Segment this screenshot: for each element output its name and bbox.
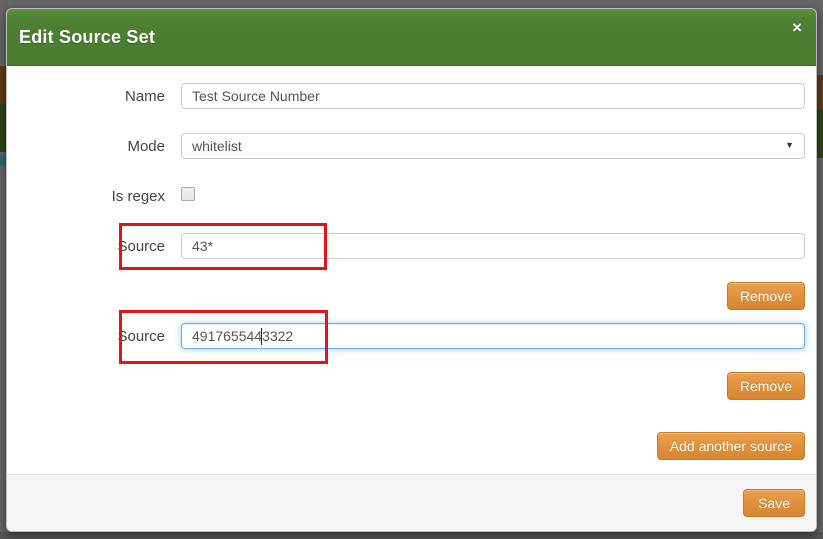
modal-footer: Save bbox=[7, 474, 816, 531]
modal-body: Name Mode whitelist ▼ Is regex Source bbox=[7, 66, 816, 474]
add-source-row: Add another source bbox=[7, 432, 805, 460]
backdrop-bottom-strip bbox=[0, 532, 823, 539]
is-regex-label: Is regex bbox=[7, 188, 181, 205]
backdrop-band-green-right bbox=[816, 110, 823, 158]
source-1-label: Source bbox=[7, 238, 181, 255]
remove-source-1-button[interactable]: Remove bbox=[727, 282, 805, 310]
add-another-source-button[interactable]: Add another source bbox=[657, 432, 805, 460]
mode-row: Mode whitelist ▼ bbox=[7, 133, 805, 159]
source-row-1: Source bbox=[7, 233, 805, 259]
close-icon[interactable]: × bbox=[792, 19, 802, 36]
source-1-actions: Remove bbox=[7, 282, 805, 310]
edit-source-set-modal: Edit Source Set × Name Mode whitelist ▼ … bbox=[6, 8, 817, 532]
name-label: Name bbox=[7, 88, 181, 105]
backdrop-band-brown-right bbox=[816, 75, 823, 110]
source-2-input[interactable] bbox=[181, 323, 805, 349]
source-row-2: Source bbox=[7, 323, 805, 349]
mode-label: Mode bbox=[7, 138, 181, 155]
source-2-actions: Remove bbox=[7, 372, 805, 400]
remove-source-2-button[interactable]: Remove bbox=[727, 372, 805, 400]
text-caret bbox=[261, 328, 262, 345]
mode-select[interactable]: whitelist bbox=[181, 133, 805, 159]
name-input[interactable] bbox=[181, 83, 805, 109]
modal-title: Edit Source Set bbox=[19, 27, 155, 48]
modal-header: Edit Source Set × bbox=[7, 9, 816, 66]
is-regex-checkbox[interactable] bbox=[181, 187, 195, 201]
save-button[interactable]: Save bbox=[743, 489, 805, 517]
is-regex-row: Is regex bbox=[7, 189, 805, 203]
mode-select-value: whitelist bbox=[192, 138, 242, 154]
source-1-input[interactable] bbox=[181, 233, 805, 259]
source-2-label: Source bbox=[7, 328, 181, 345]
name-row: Name bbox=[7, 83, 805, 109]
